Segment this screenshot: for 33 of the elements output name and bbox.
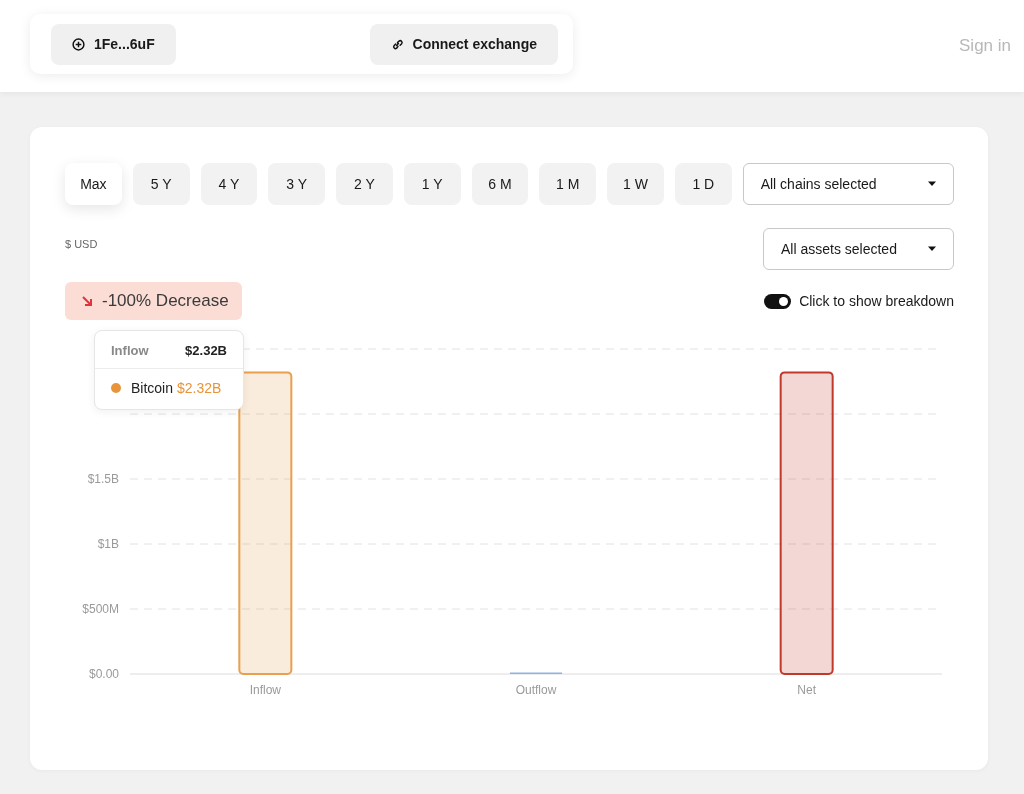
plus-circle-icon (72, 37, 85, 51)
x-axis-label: Inflow (249, 683, 281, 697)
caret-icon (927, 246, 937, 252)
wallet-button[interactable]: 1Fe...6uF (51, 23, 176, 65)
assets-dropdown[interactable]: All assets selected (763, 228, 954, 270)
x-axis-label: Outflow (515, 683, 557, 697)
tooltip-total: $2.32B (185, 343, 227, 358)
tooltip-item: Bitcoin $2.32B (131, 380, 222, 396)
y-axis-label: $1.5B (87, 472, 119, 486)
x-axis-label: Net (797, 683, 816, 697)
link-icon (390, 37, 404, 51)
y-axis-label: $500M (82, 602, 119, 616)
toggle-switch[interactable] (764, 293, 792, 309)
y-axis-label: $0.00 (88, 667, 119, 681)
time-range-tab[interactable]: 1 D (674, 163, 732, 205)
time-range-tab[interactable]: 1 W (607, 163, 664, 205)
time-range-tab[interactable]: 2 Y (336, 163, 393, 205)
tooltip-title: Inflow (111, 343, 149, 358)
time-range-tab[interactable]: 1 M (539, 163, 597, 205)
time-range-tab[interactable]: 5 Y (132, 163, 190, 205)
time-range-tab[interactable]: Max (65, 163, 122, 205)
connect-exchange-button[interactable]: Connect exchange (369, 23, 558, 65)
change-badge: -100% Decrease (65, 282, 242, 320)
currency-label: $ USD (65, 238, 98, 250)
toggle-label: Click to show breakdown (799, 293, 954, 309)
arrow-down-right-icon (81, 295, 93, 307)
caret-icon (926, 181, 937, 187)
time-range-tab[interactable]: 6 M (471, 163, 529, 205)
time-range-tab[interactable]: 4 Y (200, 163, 258, 205)
y-axis-label: $1B (97, 537, 119, 551)
time-range-tab[interactable]: 1 Y (403, 163, 461, 205)
time-range-tab[interactable]: 3 Y (268, 163, 326, 205)
chains-dropdown[interactable]: All chains selected (742, 163, 954, 205)
